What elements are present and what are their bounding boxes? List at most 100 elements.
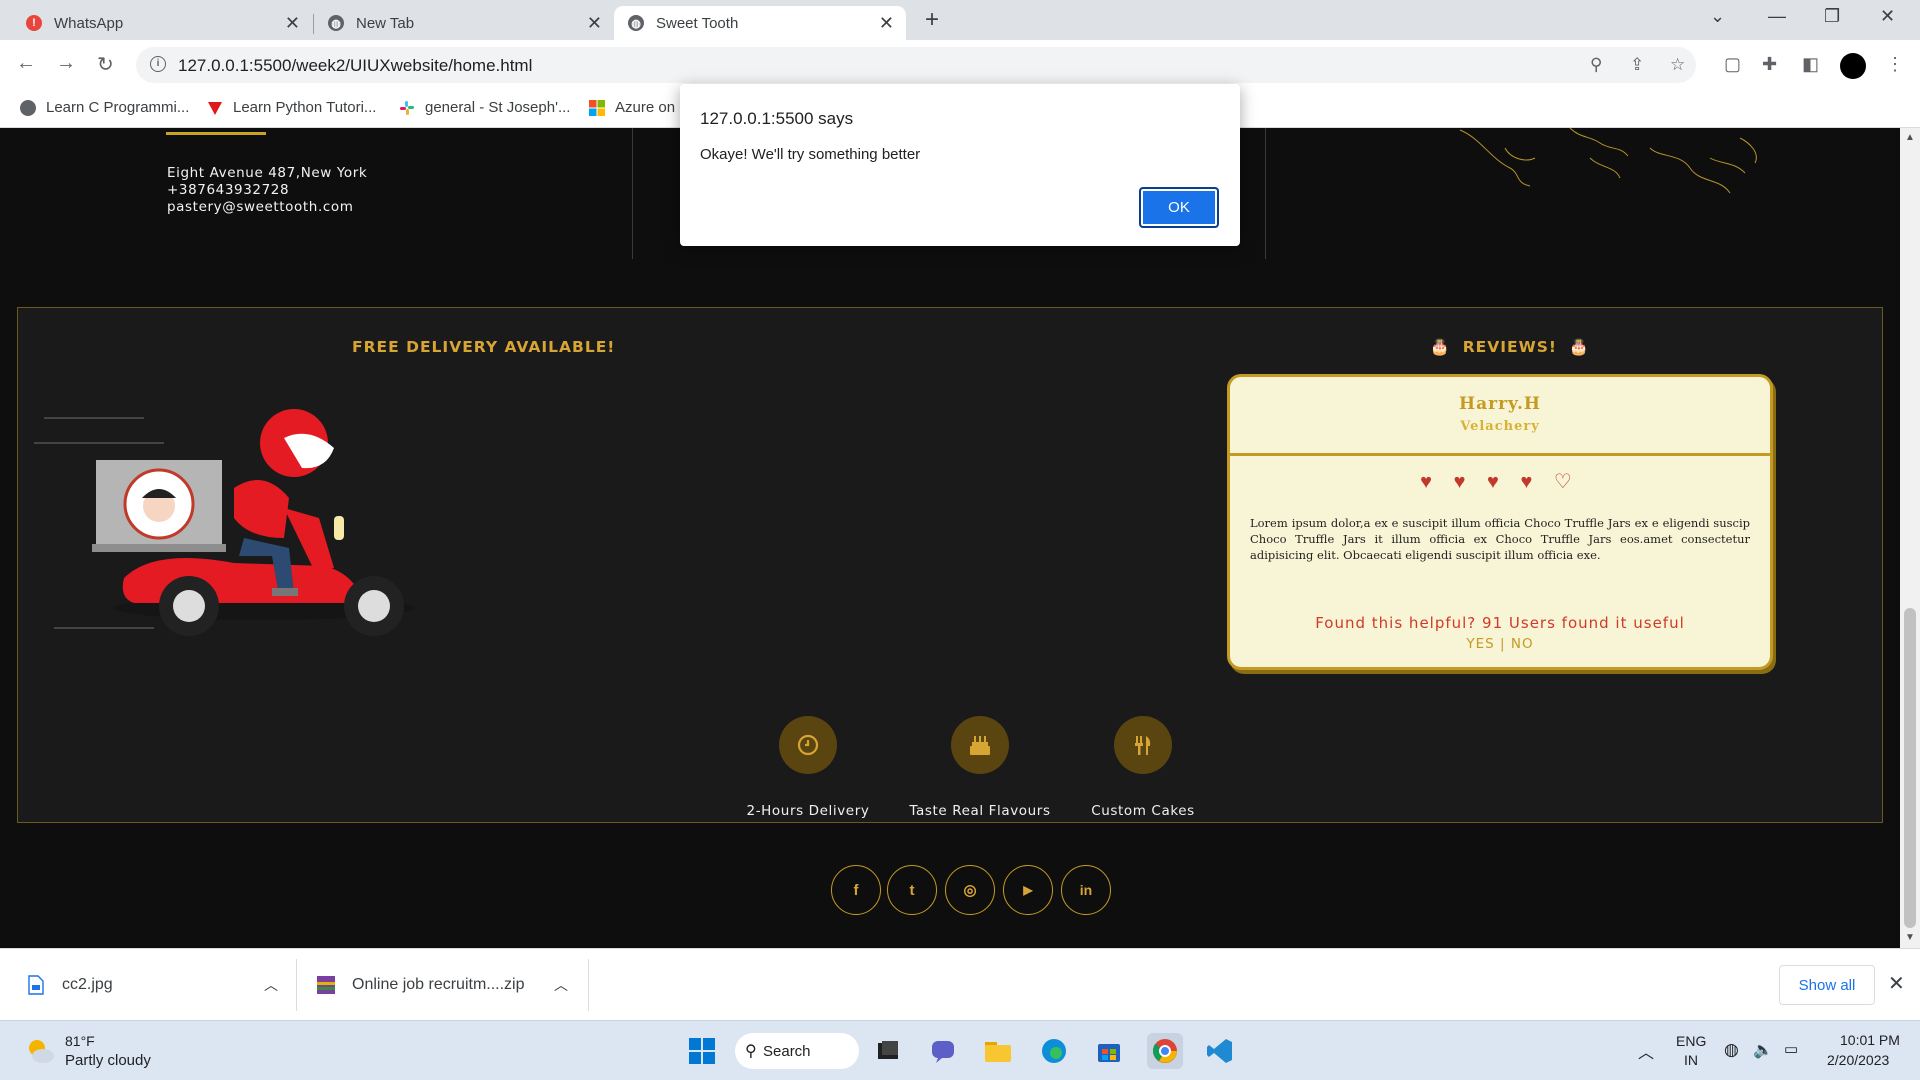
new-tab-button[interactable]: + xyxy=(925,6,939,34)
back-button[interactable]: ← xyxy=(16,52,36,75)
volume-icon[interactable]: 🔈 xyxy=(1753,1040,1773,1060)
review-card: Harry.H Velachery ♥ ♥ ♥ ♥ ♡ Lorem ipsum … xyxy=(1227,374,1773,670)
edge-browser-icon[interactable] xyxy=(1036,1033,1072,1069)
bookmark-slack-general[interactable]: general - St Joseph'... xyxy=(399,99,570,116)
tab-whatsapp[interactable]: ! WhatsApp ✕ xyxy=(12,6,312,40)
clock-date[interactable]: 2/20/2023 xyxy=(1827,1052,1889,1068)
taskbar-search[interactable]: ⚲ Search xyxy=(735,1033,859,1069)
teams-chat-icon[interactable] xyxy=(925,1033,961,1069)
clock-time[interactable]: 10:01 PM xyxy=(1840,1032,1900,1048)
bookmark-star-icon[interactable]: ☆ xyxy=(1670,55,1685,75)
maximize-button[interactable]: ❐ xyxy=(1824,6,1840,27)
bookmark-azure[interactable]: Azure on xyxy=(589,99,675,116)
scroll-up-arrow-icon[interactable]: ▲ xyxy=(1905,132,1915,143)
share-icon[interactable]: ⇪ xyxy=(1630,55,1644,75)
close-tab-icon[interactable]: ✕ xyxy=(587,13,602,34)
slack-icon xyxy=(400,100,414,115)
bookmark-learn-python[interactable]: Learn Python Tutori... xyxy=(207,99,376,116)
extensions-puzzle-icon[interactable]: ✚ xyxy=(1762,54,1777,75)
browser-toolbar: ← → ↻ i 127.0.0.1:5500/week2/UIUXwebsite… xyxy=(0,40,1920,90)
download-item[interactable]: cc2.jpg ︿ xyxy=(28,949,278,1021)
close-download-shelf-icon[interactable]: ✕ xyxy=(1888,971,1905,996)
bookmark-learn-c[interactable]: Learn C Programmi... xyxy=(20,99,189,116)
helpful-vote-links[interactable]: YES | NO xyxy=(1230,636,1770,652)
clock-icon xyxy=(779,716,837,774)
address-bar[interactable]: i 127.0.0.1:5500/week2/UIUXwebsite/home.… xyxy=(136,47,1696,83)
vscode-icon[interactable] xyxy=(1202,1033,1238,1069)
zip-archive-icon xyxy=(317,976,335,994)
contact-phone: +387643932728 xyxy=(167,182,290,198)
ok-button[interactable]: OK xyxy=(1139,187,1219,228)
close-window-button[interactable]: ✕ xyxy=(1880,6,1895,27)
network-globe-icon[interactable]: ◍ xyxy=(1724,1040,1739,1060)
image-file-icon xyxy=(28,975,44,995)
linkedin-icon[interactable]: in xyxy=(1061,865,1111,915)
reviewer-name: Harry.H xyxy=(1459,394,1541,414)
reviews-title: 🎂 REVIEWS! 🎂 xyxy=(1430,338,1590,356)
microsoft-store-icon[interactable] xyxy=(1091,1033,1127,1069)
reload-button[interactable]: ↻ xyxy=(97,52,114,77)
extension-placeholder-icon[interactable]: ▢ xyxy=(1724,54,1741,75)
twitter-icon[interactable]: t xyxy=(887,865,937,915)
weather-temp[interactable]: 81°F xyxy=(65,1033,95,1049)
scroll-down-arrow-icon[interactable]: ▼ xyxy=(1905,932,1915,943)
zoom-icon[interactable]: ⚲ xyxy=(1590,55,1602,75)
weather-desc[interactable]: Partly cloudy xyxy=(65,1052,151,1069)
page-scrollbar[interactable]: ▲ ▼ xyxy=(1900,128,1920,948)
search-icon: ⚲ xyxy=(745,1043,757,1060)
url-text[interactable]: 127.0.0.1:5500/week2/UIUXwebsite/home.ht… xyxy=(178,56,532,76)
chevron-up-icon[interactable]: ︿ xyxy=(1638,1039,1654,1063)
weather-partly-cloudy-icon[interactable] xyxy=(24,1035,56,1067)
tab-title: Sweet Tooth xyxy=(656,14,739,32)
language-code[interactable]: ENG xyxy=(1676,1033,1706,1049)
scroll-thumb[interactable] xyxy=(1904,608,1916,928)
show-all-button[interactable]: Show all xyxy=(1779,965,1875,1005)
cake-icon xyxy=(951,716,1009,774)
globe-icon xyxy=(20,99,36,116)
feature-two-hour-delivery: 2-Hours Delivery xyxy=(708,716,908,819)
cake-emoji-icon: 🎂 xyxy=(1430,338,1451,356)
microsoft-logo-icon xyxy=(589,99,605,116)
profile-avatar[interactable] xyxy=(1840,53,1866,79)
bookmark-label: Azure on xyxy=(615,99,676,116)
chevron-up-icon[interactable]: ︿ xyxy=(554,975,568,995)
windows-start-icon[interactable] xyxy=(684,1033,720,1069)
task-view-icon[interactable] xyxy=(870,1033,906,1069)
download-shelf: cc2.jpg ︿ Online job recruitm....zip ︿ S… xyxy=(0,948,1920,1020)
chevron-up-icon[interactable]: ︿ xyxy=(264,975,278,995)
minimize-button[interactable]: — xyxy=(1768,6,1786,27)
file-explorer-icon[interactable] xyxy=(980,1033,1016,1069)
forward-button[interactable]: → xyxy=(56,52,76,75)
review-divider xyxy=(1230,453,1770,456)
tab-sweet-tooth[interactable]: ◍ Sweet Tooth ✕ xyxy=(614,6,906,40)
site-info-icon[interactable]: i xyxy=(150,56,166,72)
facebook-icon[interactable]: f xyxy=(831,865,881,915)
tab-search-chevron-icon[interactable]: ⌄ xyxy=(1710,6,1725,27)
tab-new-tab[interactable]: ◍ New Tab ✕ xyxy=(314,6,614,40)
instagram-icon[interactable]: ◎ xyxy=(945,865,995,915)
close-tab-icon[interactable]: ✕ xyxy=(879,13,894,34)
helpful-prompt: Found this helpful? 91 Users found it us… xyxy=(1315,614,1685,632)
feature-label: 2-Hours Delivery xyxy=(746,803,870,819)
alert-title: 127.0.0.1:5500 says xyxy=(700,109,854,128)
tab-strip: ! WhatsApp ✕ ◍ New Tab ✕ ◍ Sweet Tooth ✕… xyxy=(0,0,1920,40)
download-filename: Online job recruitm....zip xyxy=(352,976,525,993)
features-section: FREE DELIVERY AVAILABLE! 🎂 REVIEWS! 🎂 Ha… xyxy=(17,307,1883,823)
side-panel-icon[interactable]: ◧ xyxy=(1802,54,1819,75)
region-code[interactable]: IN xyxy=(1684,1052,1698,1068)
divider xyxy=(588,959,589,1011)
search-label: Search xyxy=(763,1042,811,1060)
cake-emoji-icon: 🎂 xyxy=(1569,338,1590,356)
column-divider xyxy=(1265,128,1266,259)
battery-icon[interactable]: ▭ xyxy=(1784,1040,1798,1058)
close-tab-icon[interactable]: ✕ xyxy=(285,13,300,34)
column-divider xyxy=(632,128,633,259)
review-text: Lorem ipsum dolor,a ex e suscipit illum … xyxy=(1250,516,1750,562)
delivery-title: FREE DELIVERY AVAILABLE! xyxy=(352,338,616,356)
divider xyxy=(296,959,297,1011)
youtube-icon[interactable]: ▶ xyxy=(1003,865,1053,915)
menu-kebab-icon[interactable]: ⋮ xyxy=(1886,54,1904,75)
chrome-icon[interactable] xyxy=(1147,1033,1183,1069)
rating-hearts-icon: ♥ ♥ ♥ ♥ ♡ xyxy=(1420,471,1580,493)
download-item[interactable]: Online job recruitm....zip ︿ xyxy=(316,949,568,1021)
